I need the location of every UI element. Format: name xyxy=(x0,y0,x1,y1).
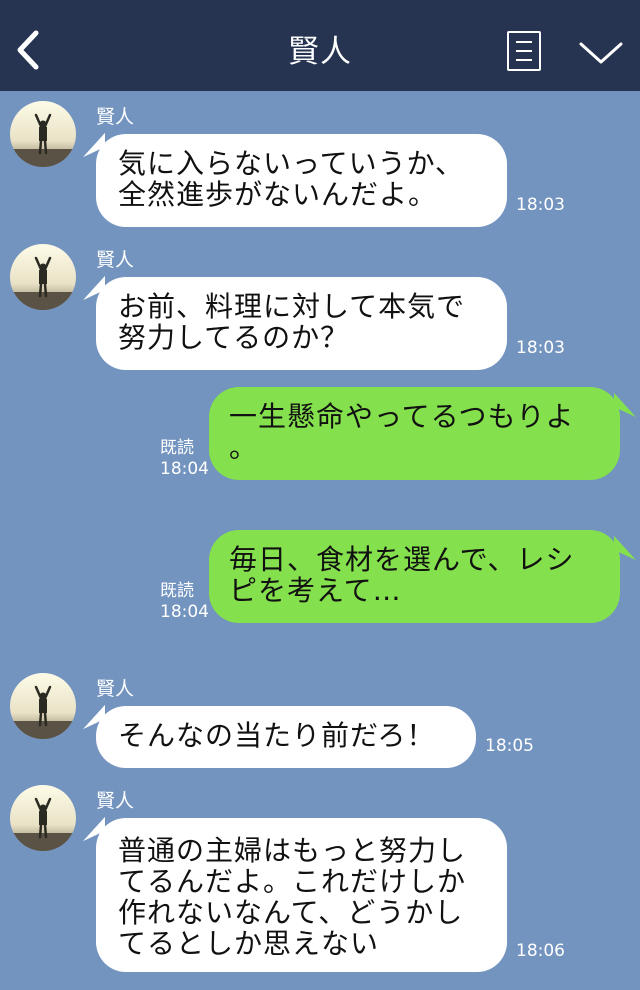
message-time: 18:06 xyxy=(516,941,565,961)
read-label: 既読 xyxy=(160,438,194,458)
message-bubble[interactable]: 気に入らないっていうか、 全然進歩がないんだよ。 xyxy=(96,134,507,227)
message-bubble[interactable]: 毎日、食材を選んで、レシ ピを考えて… xyxy=(209,530,620,623)
message-time: 18:03 xyxy=(516,195,565,215)
message-bubble[interactable]: そんなの当たり前だろ！ xyxy=(96,706,476,768)
read-label: 既読 xyxy=(160,581,194,601)
avatar[interactable] xyxy=(10,785,76,851)
message-bubble[interactable]: 普通の主婦はもっと努力し てるんだよ。これだけしか 作れないなんて、どうかし て… xyxy=(96,818,507,972)
message-bubble[interactable]: 一生懸命やってるつもりよ 。 xyxy=(209,387,620,480)
avatar[interactable] xyxy=(10,673,76,739)
message-time: 18:05 xyxy=(485,736,534,756)
message-bubble[interactable]: お前、料理に対して本気で 努力してるのか？ xyxy=(96,277,507,370)
dropdown-button[interactable] xyxy=(578,38,624,68)
avatar-image xyxy=(10,673,76,739)
menu-button[interactable] xyxy=(507,31,541,71)
sender-name: 賢人 xyxy=(96,106,135,128)
avatar[interactable] xyxy=(10,101,76,167)
menu-line-icon xyxy=(516,50,532,52)
message-time: 18:04 xyxy=(160,459,209,479)
menu-line-icon xyxy=(516,59,532,61)
sender-name: 賢人 xyxy=(96,678,135,700)
avatar-image xyxy=(10,785,76,851)
avatar[interactable] xyxy=(10,244,76,310)
message-time: 18:04 xyxy=(160,602,209,622)
read-receipt: 既読 18:04 xyxy=(160,581,209,623)
avatar-image xyxy=(10,244,76,310)
chat-title: 賢人 xyxy=(288,34,352,70)
avatar-image xyxy=(10,101,76,167)
chevron-down-icon xyxy=(579,42,623,64)
menu-line-icon xyxy=(516,41,532,43)
message-time: 18:03 xyxy=(516,338,565,358)
sender-name: 賢人 xyxy=(96,249,135,271)
sender-name: 賢人 xyxy=(96,790,135,812)
read-receipt: 既読 18:04 xyxy=(160,438,209,480)
chat-header: 賢人 xyxy=(0,0,640,91)
